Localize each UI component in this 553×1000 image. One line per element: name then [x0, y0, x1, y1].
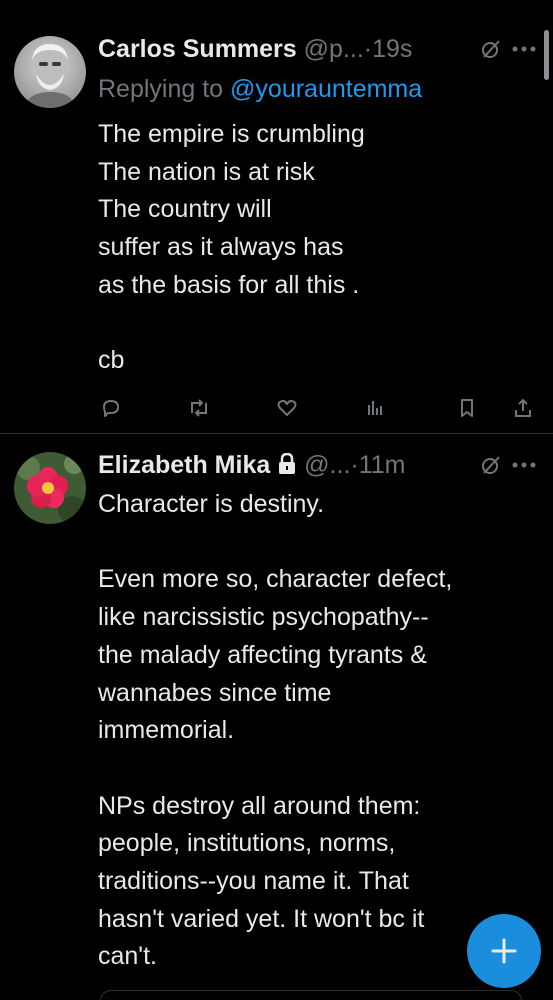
mention-link[interactable]: @yourauntemma: [230, 75, 422, 103]
timestamp[interactable]: 19s: [372, 35, 412, 63]
tweet-text: Character is destiny. Even more so, char…: [98, 490, 453, 971]
timestamp[interactable]: 11m: [359, 451, 406, 479]
retweet-icon[interactable]: [186, 395, 212, 421]
handle[interactable]: @...: [304, 451, 350, 479]
bookmark-icon[interactable]: [454, 395, 480, 421]
tweet-header: Carlos Summers @p...·19s: [98, 32, 545, 66]
like-icon[interactable]: [274, 395, 300, 421]
avatar-photo-icon: [14, 36, 86, 108]
avatar-photo-icon: [14, 452, 86, 524]
grok-icon[interactable]: [480, 32, 502, 66]
tweet[interactable]: Elizabeth Mika @...·11m Character is des…: [0, 434, 553, 1000]
lock-icon: [277, 450, 297, 484]
avatar[interactable]: [14, 36, 86, 108]
views-icon[interactable]: [362, 395, 388, 421]
compose-button[interactable]: [467, 914, 541, 988]
reply-icon[interactable]: [98, 395, 124, 421]
more-options-icon[interactable]: [511, 448, 537, 482]
share-icon[interactable]: [510, 395, 536, 421]
reply-box-edge: [100, 990, 522, 1000]
avatar[interactable]: [14, 452, 86, 524]
separator-dot: ·: [350, 451, 359, 479]
tweet[interactable]: Carlos Summers @p...·19s Replying to @yo…: [0, 0, 553, 434]
tweet-text: The empire is crumbling The nation is at…: [98, 120, 365, 375]
tweet-header: Elizabeth Mika @...·11m: [98, 448, 545, 482]
action-bar: [98, 395, 536, 421]
replying-to: Replying to @yourauntemma: [98, 72, 422, 106]
more-options-icon[interactable]: [511, 32, 537, 66]
grok-icon[interactable]: [480, 448, 502, 482]
display-name[interactable]: Carlos Summers: [98, 35, 297, 63]
display-name[interactable]: Elizabeth Mika: [98, 451, 270, 479]
separator-dot: ·: [363, 35, 373, 63]
replying-prefix: Replying to: [98, 75, 224, 103]
handle[interactable]: @p...: [304, 35, 364, 63]
plus-icon: [491, 938, 517, 964]
